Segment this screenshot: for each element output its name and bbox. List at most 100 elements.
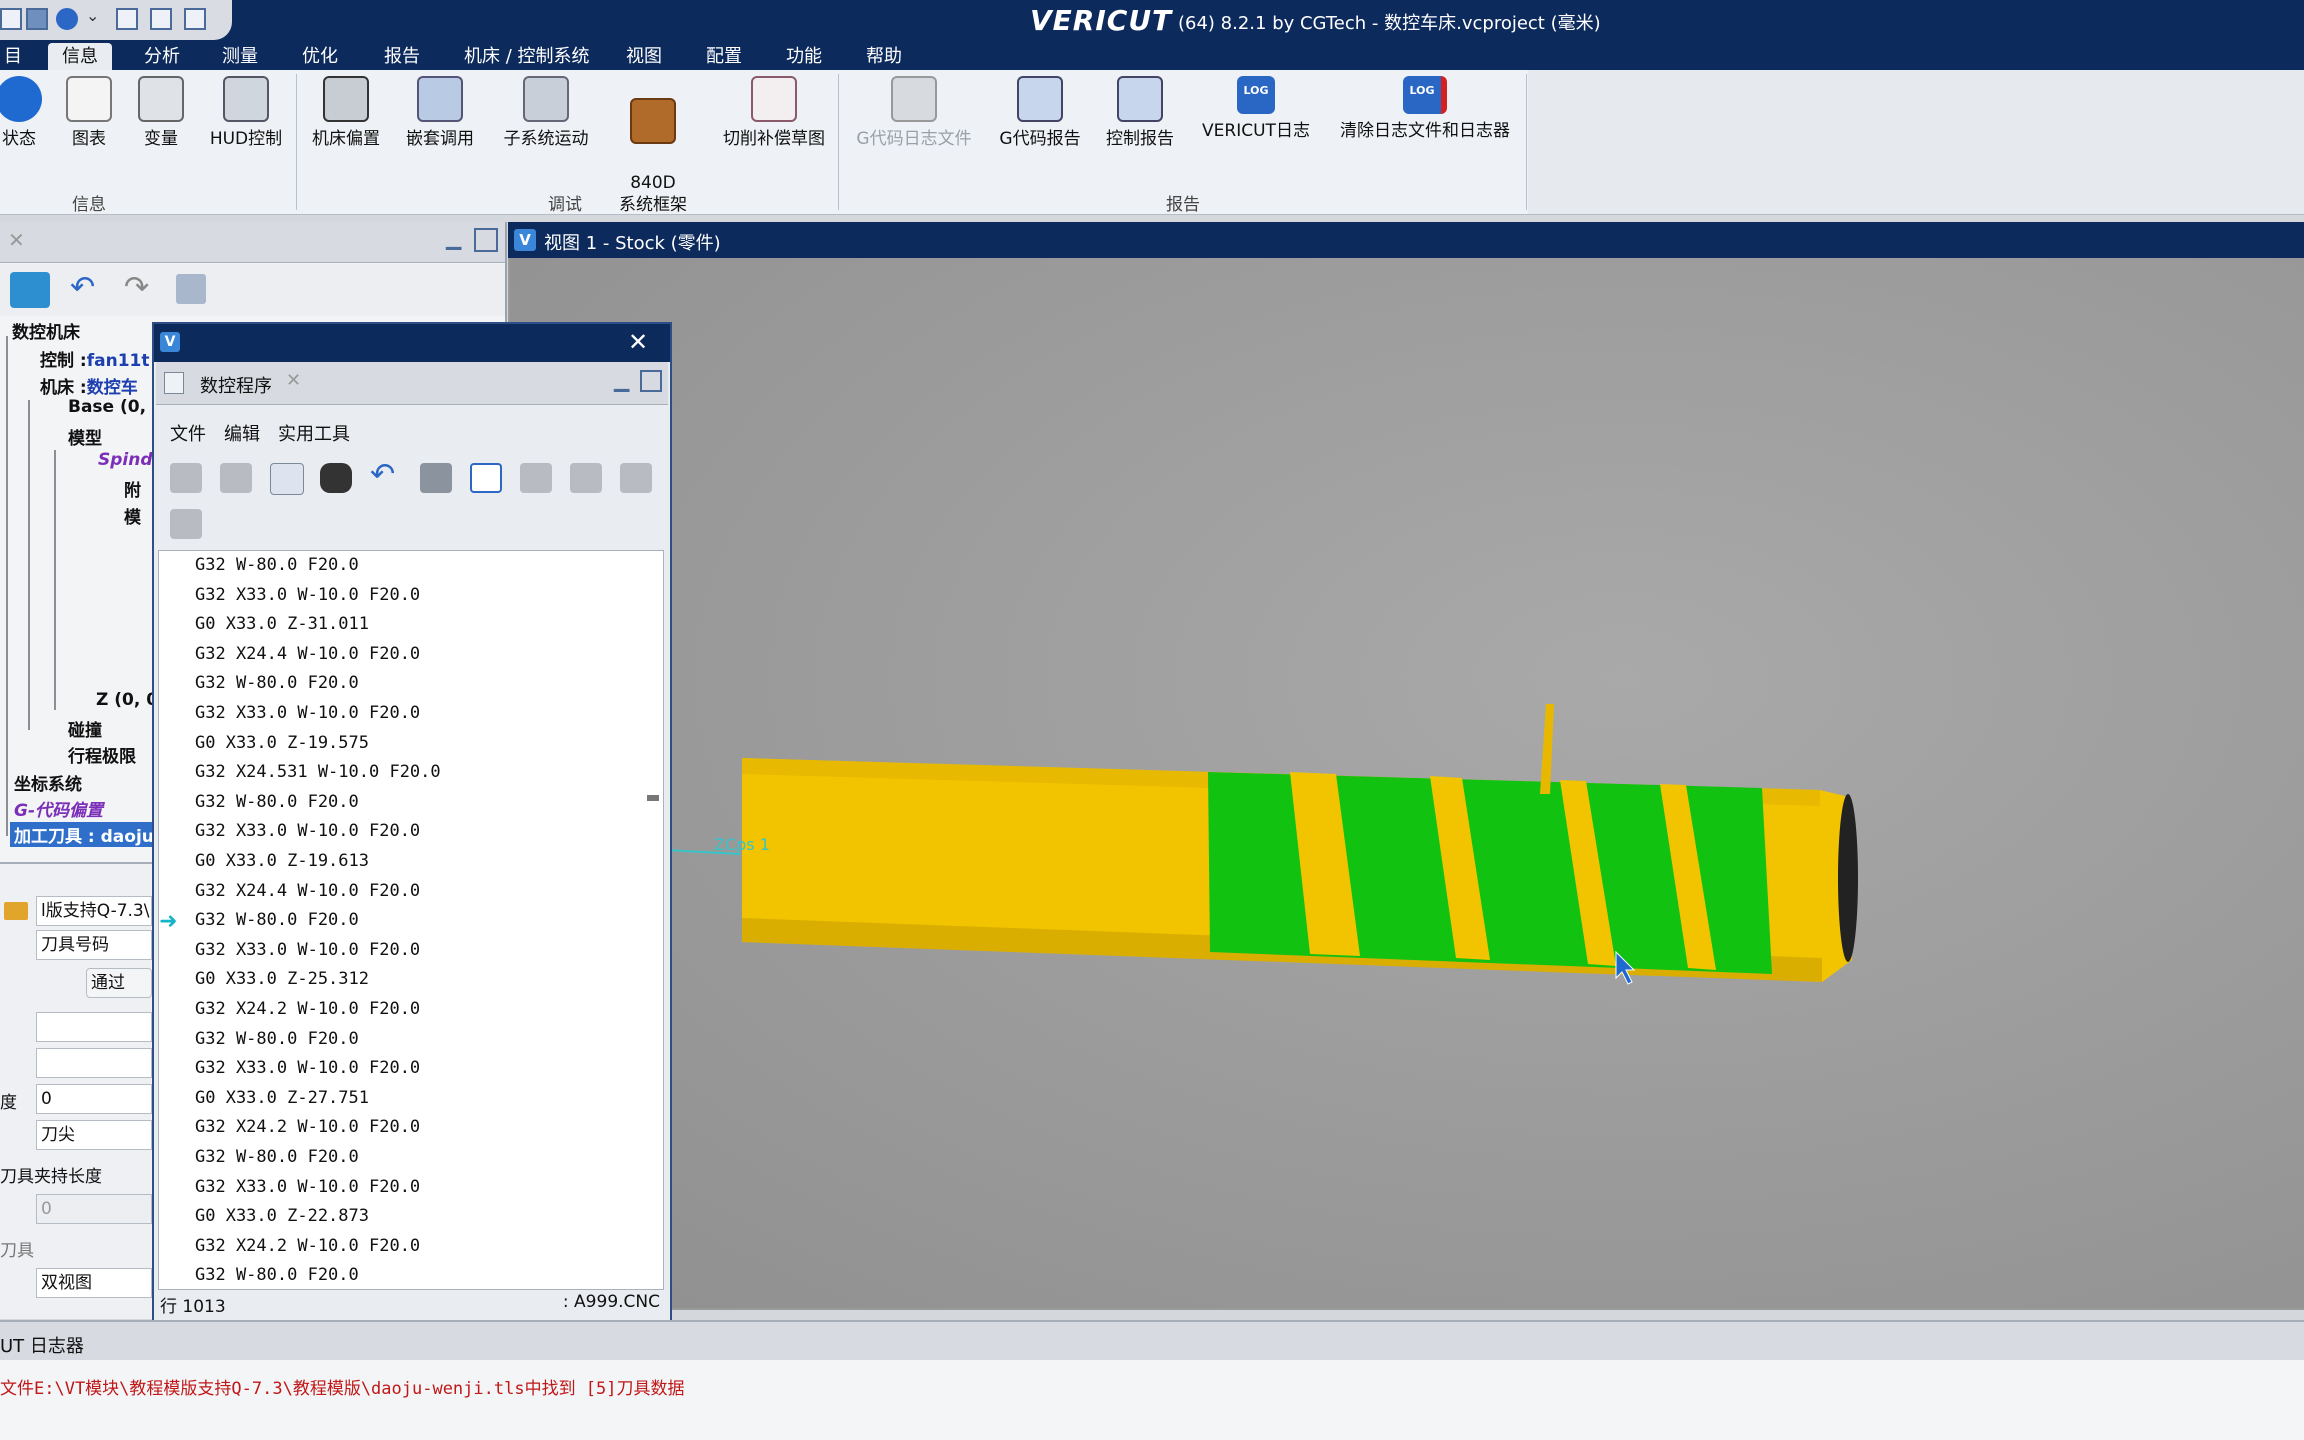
nc-line[interactable]: G32 W-80.0 F20.0 — [195, 1029, 359, 1049]
nc-line[interactable]: G32 X33.0 W-10.0 F20.0 — [195, 1177, 420, 1197]
nc-line[interactable]: G0 X33.0 Z-25.312 — [195, 969, 369, 989]
840d-frame-button[interactable]: 840D 系统框架 — [612, 76, 694, 216]
tree-node-machine[interactable]: 机床 :数控车 — [40, 373, 138, 398]
subsystem-motion-button[interactable]: 子系统运动 — [496, 76, 596, 150]
nc-line[interactable]: G32 W-80.0 F20.0 — [195, 910, 359, 930]
nc-line[interactable]: G0 X33.0 Z-31.011 — [195, 614, 369, 634]
gcode-report-button[interactable]: G代码报告 — [994, 76, 1086, 150]
nc-line[interactable]: G32 W-80.0 F20.0 — [195, 673, 359, 693]
bookmark-icon[interactable] — [520, 463, 552, 493]
info-icon[interactable] — [56, 8, 78, 30]
tree-node-gcode-offsets[interactable]: G-代码偏置 — [14, 796, 103, 821]
nc-line[interactable]: G0 X33.0 Z-27.751 — [195, 1088, 369, 1108]
nc-line[interactable]: G32 W-80.0 F20.0 — [195, 792, 359, 812]
clear-log-button[interactable]: LOG 清除日志文件和日志器 — [1330, 76, 1520, 142]
folder-icon[interactable] — [4, 902, 28, 920]
layout-stack-icon[interactable] — [184, 8, 206, 30]
nc-line[interactable]: G32 X24.2 W-10.0 F20.0 — [195, 1236, 420, 1256]
cutter-comp-sketch-button[interactable]: 切削补偿草图 — [716, 76, 832, 150]
nc-line[interactable]: G32 W-80.0 F20.0 — [195, 555, 359, 575]
vericut-log-button[interactable]: LOG VERICUT日志 — [1196, 76, 1316, 142]
menu-machine-control[interactable]: 机床 / 控制系统 — [456, 43, 598, 70]
nc-line[interactable]: G32 X33.0 W-10.0 F20.0 — [195, 703, 420, 723]
nc-line[interactable]: G32 X24.4 W-10.0 F20.0 — [195, 644, 420, 664]
view-mode-field[interactable]: 双视图 — [36, 1268, 152, 1298]
log-tab-label[interactable]: UT 日志器 — [0, 1332, 84, 1358]
tree-node-cnc-machine[interactable]: 数控机床 — [12, 318, 80, 343]
tool-number-field[interactable]: 刀具号码 — [36, 930, 152, 960]
layout-split-icon[interactable] — [150, 8, 172, 30]
gcode-log-file-button[interactable]: G代码日志文件 — [848, 76, 980, 150]
menu-info[interactable]: 信息 — [48, 43, 112, 70]
status-button[interactable]: 状态 — [0, 76, 42, 150]
close-icon[interactable]: ✕ — [628, 328, 648, 356]
nc-line[interactable]: G32 X24.531 W-10.0 F20.0 — [195, 762, 441, 782]
save-icon[interactable] — [170, 463, 202, 493]
gauge-length-field[interactable]: 0 — [36, 1194, 152, 1224]
tool-tip-field[interactable]: 刀尖 — [36, 1120, 152, 1150]
nc-line[interactable]: G32 X24.4 W-10.0 F20.0 — [195, 881, 420, 901]
binoculars-icon[interactable] — [320, 463, 352, 493]
properties-icon[interactable] — [176, 274, 206, 304]
property-field-a[interactable] — [36, 1012, 152, 1042]
float-icon[interactable] — [640, 370, 662, 392]
nc-line[interactable]: G0 X33.0 Z-19.613 — [195, 851, 369, 871]
undo-icon[interactable]: ↶ — [370, 457, 395, 492]
tool-file-field[interactable]: l版支持Q-7.3\ — [36, 896, 152, 926]
tree-node-cutting-tool[interactable]: 加工刀具 : daoju — [10, 822, 158, 847]
via-button[interactable]: 通过 — [86, 968, 152, 998]
save-as-icon[interactable] — [220, 463, 252, 493]
float-icon[interactable] — [474, 228, 498, 252]
nc-line[interactable]: G32 W-80.0 F20.0 — [195, 1147, 359, 1167]
menu-report[interactable]: 报告 — [376, 43, 428, 70]
menu-project[interactable]: 目 — [0, 43, 30, 70]
minimize-icon[interactable]: ▁ — [614, 368, 629, 392]
menu-function[interactable]: 功能 — [778, 43, 830, 70]
add-component-icon[interactable] — [10, 272, 50, 308]
tree-node-model-sub[interactable]: 模 — [124, 503, 141, 528]
nc-dialog-titlebar[interactable]: V ✕ — [154, 324, 670, 362]
nc-line[interactable]: G0 X33.0 Z-19.575 — [195, 733, 369, 753]
menu-help[interactable]: 帮助 — [858, 43, 910, 70]
nc-menu-file[interactable]: 文件 — [170, 420, 206, 446]
nc-line[interactable]: G32 X33.0 W-10.0 F20.0 — [195, 1058, 420, 1078]
tree-node-coord-systems[interactable]: 坐标系统 — [14, 770, 82, 795]
tree-node-travel-limits[interactable]: 行程极限 — [68, 742, 136, 767]
layout-single-icon[interactable] — [116, 8, 138, 30]
nc-line[interactable]: G32 X33.0 W-10.0 F20.0 — [195, 940, 420, 960]
nc-tab-label[interactable]: 数控程序 — [200, 372, 272, 398]
comment-icon[interactable] — [570, 463, 602, 493]
export-icon[interactable] — [620, 463, 652, 493]
scrollbar-thumb[interactable] — [647, 795, 659, 801]
nc-line[interactable]: G32 X24.2 W-10.0 F20.0 — [195, 999, 420, 1019]
nc-program-listing[interactable]: ➜ G32 W-80.0 F20.0 G32 X33.0 W-10.0 F20.0… — [158, 550, 664, 1290]
nc-menu-utilities[interactable]: 实用工具 — [278, 420, 350, 446]
tree-node-model[interactable]: 模型 — [68, 424, 102, 449]
3d-viewport[interactable]: Y X ZCps 1 — [507, 258, 2304, 1308]
project-icon[interactable] — [26, 8, 48, 30]
nc-line[interactable]: G32 X33.0 W-10.0 F20.0 — [195, 821, 420, 841]
tree-node-collision[interactable]: 碰撞 — [68, 716, 102, 741]
machine-offsets-button[interactable]: 机床偏置 — [306, 76, 386, 150]
close-icon[interactable]: ✕ — [8, 228, 25, 252]
nc-menu-edit[interactable]: 编辑 — [224, 420, 260, 446]
control-report-button[interactable]: 控制报告 — [1098, 76, 1182, 150]
tree-node-control[interactable]: 控制 :fan11t — [40, 346, 149, 371]
nc-line[interactable]: G0 X33.0 Z-22.873 — [195, 1206, 369, 1226]
menu-config[interactable]: 配置 — [698, 43, 750, 70]
redo-icon[interactable]: ↷ — [124, 270, 149, 305]
menu-view[interactable]: 视图 — [618, 43, 670, 70]
minimize-icon[interactable]: ▁ — [446, 226, 461, 250]
settings-icon[interactable] — [170, 509, 202, 539]
menu-optimize[interactable]: 优化 — [294, 43, 346, 70]
undo-icon[interactable]: ↶ — [70, 270, 95, 305]
variables-button[interactable]: 变量 — [136, 76, 186, 150]
save-icon[interactable] — [0, 8, 22, 30]
nc-line[interactable]: G32 X33.0 W-10.0 F20.0 — [195, 585, 420, 605]
chart-button[interactable]: 图表 — [64, 76, 114, 150]
tree-node-spindle[interactable]: Spindl — [98, 450, 158, 470]
nc-edit-icon[interactable] — [270, 463, 304, 495]
print-icon[interactable] — [420, 463, 452, 493]
menu-measure[interactable]: 测量 — [214, 43, 266, 70]
tree-node-attach[interactable]: 附 — [124, 476, 141, 501]
